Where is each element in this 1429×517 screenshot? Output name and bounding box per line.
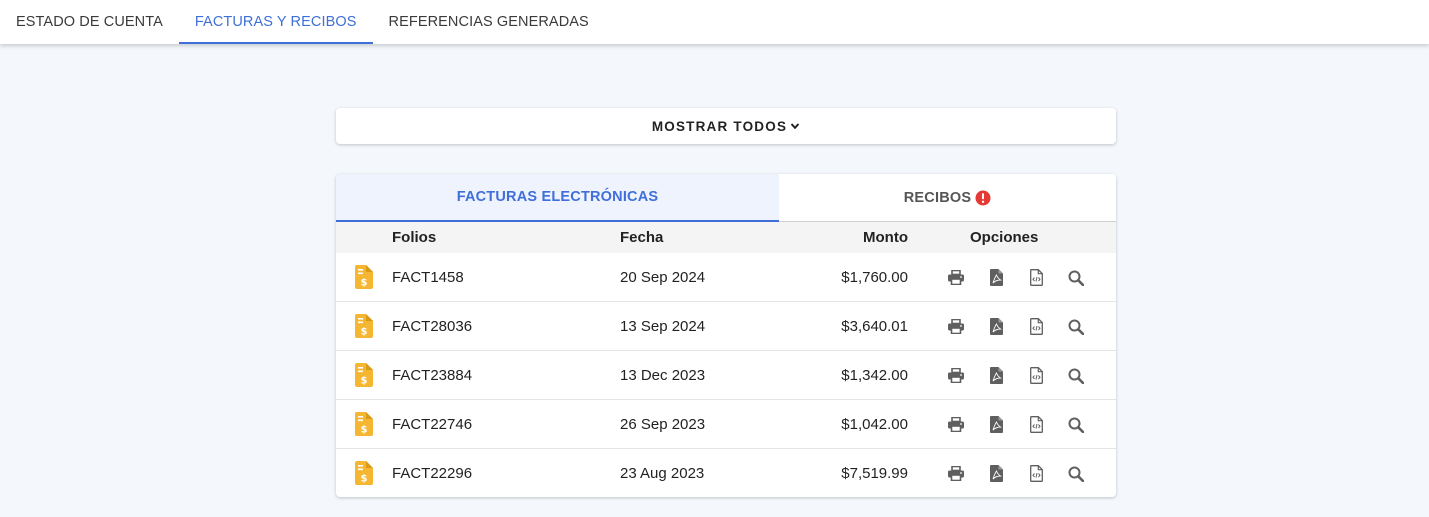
invoice-file-icon: $ bbox=[355, 265, 373, 289]
xml-file-icon[interactable] bbox=[1016, 253, 1056, 302]
top-tab-bar: ESTADO DE CUENTA FACTURAS Y RECIBOS REFE… bbox=[0, 0, 1429, 44]
search-icon[interactable] bbox=[1056, 302, 1096, 351]
pdf-file-icon[interactable] bbox=[976, 253, 1016, 302]
svg-text:$: $ bbox=[361, 327, 368, 338]
row-options bbox=[936, 400, 1096, 449]
cell-fecha: 13 Dec 2023 bbox=[620, 366, 706, 384]
invoice-file-icon: $ bbox=[355, 461, 373, 485]
header-opciones: Opciones bbox=[970, 229, 1039, 246]
search-icon[interactable] bbox=[1056, 351, 1096, 400]
header-fecha: Fecha bbox=[620, 229, 664, 246]
tab-estado-de-cuenta[interactable]: ESTADO DE CUENTA bbox=[0, 0, 179, 44]
xml-file-icon[interactable] bbox=[1016, 449, 1056, 497]
tab-facturas-y-recibos[interactable]: FACTURAS Y RECIBOS bbox=[178, 0, 373, 44]
xml-file-icon[interactable] bbox=[1016, 351, 1056, 400]
pdf-file-icon[interactable] bbox=[976, 400, 1016, 449]
invoice-file-icon: $ bbox=[355, 363, 373, 387]
row-options bbox=[936, 351, 1096, 400]
cell-fecha: 26 Sep 2023 bbox=[620, 415, 706, 433]
search-icon[interactable] bbox=[1056, 253, 1096, 302]
chevron-down-icon bbox=[790, 121, 800, 131]
cell-fecha: 20 Sep 2024 bbox=[620, 268, 706, 286]
table-header: Folios Fecha Monto Opciones bbox=[336, 222, 1116, 253]
table-row: $ FACT23884 13 Dec 2023 $1,342.00 bbox=[336, 351, 1116, 400]
svg-text:$: $ bbox=[361, 278, 368, 289]
tab-facturas-label: FACTURAS ELECTRÓNICAS bbox=[456, 189, 659, 205]
xml-file-icon[interactable] bbox=[1016, 302, 1056, 351]
table-row: $ FACT22746 26 Sep 2023 $1,042.00 bbox=[336, 400, 1116, 449]
print-icon[interactable] bbox=[936, 302, 976, 351]
tab-referencias-generadas[interactable]: REFERENCIAS GENERADAS bbox=[373, 0, 605, 44]
header-monto: Monto bbox=[863, 229, 908, 246]
svg-text:$: $ bbox=[361, 425, 368, 436]
search-icon[interactable] bbox=[1056, 400, 1096, 449]
cell-monto: $1,760.00 bbox=[841, 268, 908, 286]
row-options bbox=[936, 302, 1096, 351]
cell-folio: FACT22296 bbox=[392, 465, 473, 482]
cell-monto: $7,519.99 bbox=[841, 465, 908, 482]
cell-monto: $1,042.00 bbox=[841, 415, 908, 433]
alert-circle-icon bbox=[975, 190, 991, 206]
invoice-file-icon: $ bbox=[355, 412, 373, 436]
table-row: $ FACT28036 13 Sep 2024 $3,640.01 bbox=[336, 302, 1116, 351]
print-icon[interactable] bbox=[936, 351, 976, 400]
cell-fecha: 23 Aug 2023 bbox=[620, 465, 705, 482]
row-options bbox=[936, 449, 1096, 497]
svg-text:$: $ bbox=[361, 376, 368, 387]
cell-monto: $1,342.00 bbox=[841, 366, 908, 384]
invoice-file-icon: $ bbox=[355, 314, 373, 338]
tab-recibos-label: RECIBOS bbox=[903, 189, 972, 206]
print-icon[interactable] bbox=[936, 253, 976, 302]
invoices-card: FACTURAS ELECTRÓNICAS RECIBOS Folios Fec… bbox=[336, 174, 1116, 497]
table-row: $ FACT1458 20 Sep 2024 $1,760.00 bbox=[336, 253, 1116, 302]
cell-folio: FACT23884 bbox=[392, 366, 473, 384]
table-row: $ FACT22296 23 Aug 2023 $7,519.99 bbox=[336, 449, 1116, 497]
print-icon[interactable] bbox=[936, 449, 976, 497]
invoice-subtabs: FACTURAS ELECTRÓNICAS RECIBOS bbox=[336, 174, 1116, 222]
pdf-file-icon[interactable] bbox=[976, 449, 1016, 497]
show-all-label: MOSTRAR TODOS bbox=[651, 118, 788, 134]
svg-text:$: $ bbox=[361, 474, 368, 485]
show-all-button[interactable]: MOSTRAR TODOS bbox=[336, 108, 1116, 144]
xml-file-icon[interactable] bbox=[1016, 400, 1056, 449]
row-options bbox=[936, 253, 1096, 302]
cell-folio: FACT1458 bbox=[392, 268, 464, 286]
table-body: $ FACT1458 20 Sep 2024 $1,760.00 $ FACT2… bbox=[336, 253, 1116, 497]
print-icon[interactable] bbox=[936, 400, 976, 449]
cell-fecha: 13 Sep 2024 bbox=[620, 317, 706, 335]
search-icon[interactable] bbox=[1056, 449, 1096, 497]
cell-monto: $3,640.01 bbox=[841, 317, 908, 335]
cell-folio: FACT28036 bbox=[392, 317, 473, 335]
pdf-file-icon[interactable] bbox=[976, 302, 1016, 351]
tab-recibos[interactable]: RECIBOS bbox=[779, 174, 1116, 221]
tab-facturas-electronicas[interactable]: FACTURAS ELECTRÓNICAS bbox=[336, 174, 779, 222]
pdf-file-icon[interactable] bbox=[976, 351, 1016, 400]
cell-folio: FACT22746 bbox=[392, 415, 473, 433]
header-folios: Folios bbox=[392, 229, 437, 246]
